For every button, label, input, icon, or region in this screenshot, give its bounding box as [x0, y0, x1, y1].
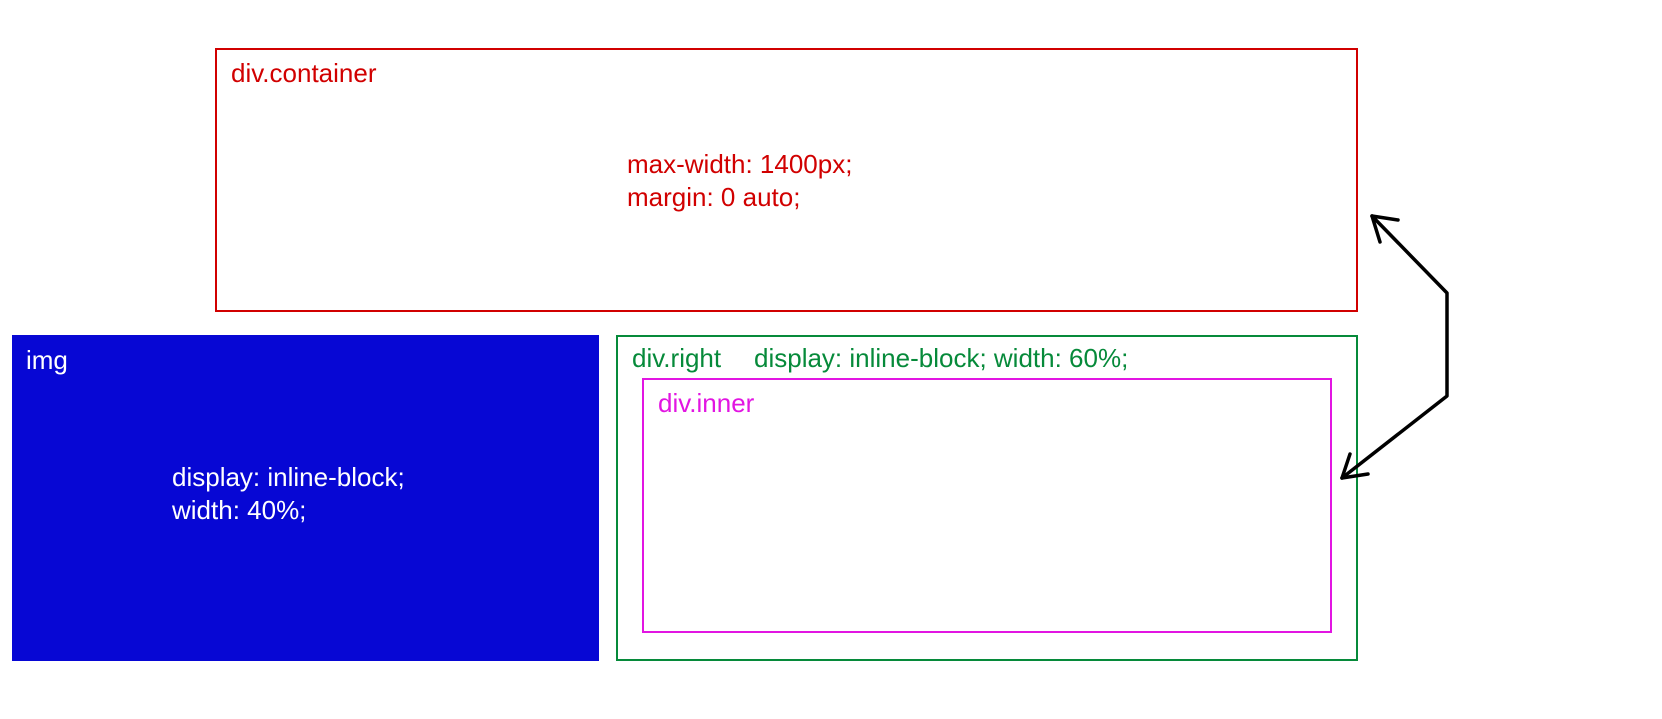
right-label: div.right [632, 343, 721, 374]
container-box: div.container max-width: 1400px; margin:… [215, 48, 1358, 312]
img-box: img display: inline-block; width: 40%; [12, 335, 599, 661]
img-rule-2: width: 40%; [172, 494, 405, 527]
inner-box: div.inner [642, 378, 1332, 633]
container-rule-2: margin: 0 auto; [627, 181, 852, 214]
img-label: img [26, 345, 585, 376]
container-rules: max-width: 1400px; margin: 0 auto; [627, 148, 852, 213]
container-label: div.container [231, 58, 1342, 89]
img-rules: display: inline-block; width: 40%; [172, 461, 405, 526]
inner-label: div.inner [658, 388, 1316, 419]
img-rule-1: display: inline-block; [172, 461, 405, 494]
right-rules: display: inline-block; width: 60%; [754, 343, 1128, 374]
container-rule-1: max-width: 1400px; [627, 148, 852, 181]
